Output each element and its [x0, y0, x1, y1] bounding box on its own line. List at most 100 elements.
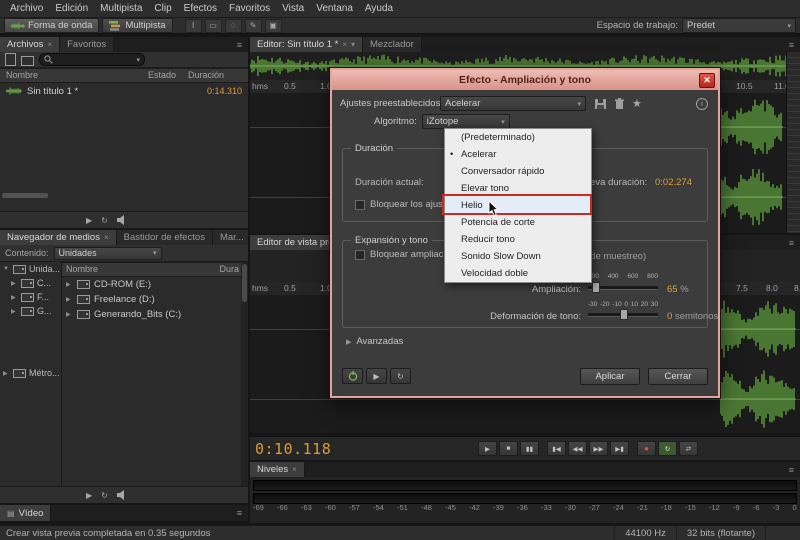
tree-item-metronomo[interactable]: ▶ Métro... — [0, 366, 60, 380]
column-estado[interactable]: Estado — [148, 70, 176, 80]
open-folder-icon[interactable] — [21, 56, 34, 66]
column-nombre[interactable]: Nombre — [6, 70, 38, 80]
panel-menu-icon[interactable]: ≡ — [783, 235, 800, 250]
go-to-previous-button[interactable]: ▮◀ — [547, 441, 566, 456]
search-input[interactable]: ▾ — [39, 53, 145, 66]
ampliacion-value[interactable]: 65 — [667, 284, 678, 295]
tree-item-drive[interactable]: ▶ G... — [0, 304, 60, 318]
spot-heal-tool-icon[interactable]: ▣ — [264, 18, 282, 33]
preset-option[interactable]: (Predeterminado) — [445, 129, 591, 146]
menu-item[interactable]: Archivo — [4, 1, 49, 16]
tab-video[interactable]: ▤ Vídeo — [0, 505, 52, 521]
horizontal-scrollbar[interactable] — [2, 193, 48, 198]
menu-item[interactable]: Ayuda — [359, 1, 399, 16]
brush-tool-icon[interactable]: ✎ — [244, 18, 262, 33]
avanzadas-toggle[interactable]: ▶ Avanzadas — [346, 336, 403, 347]
new-file-icon[interactable] — [5, 53, 16, 66]
tree-collapsed-icon[interactable]: ▶ — [11, 294, 18, 301]
go-to-next-button[interactable]: ▶▮ — [610, 441, 629, 456]
slider-thumb[interactable] — [620, 309, 628, 320]
vertical-scrollbar[interactable] — [241, 262, 248, 486]
tree-collapsed-icon[interactable]: ▶ — [3, 370, 10, 377]
preset-option[interactable]: Conversador rápido — [445, 163, 591, 180]
contenido-dropdown[interactable]: Unidades ▾ — [53, 246, 162, 260]
scrollbar-thumb[interactable] — [242, 264, 247, 302]
panel-menu-icon[interactable]: ≡ — [783, 462, 800, 477]
slider-thumb[interactable] — [592, 282, 600, 293]
workspace-dropdown[interactable]: Predet ▾ — [682, 18, 796, 33]
close-button[interactable]: Cerrar — [648, 368, 708, 385]
chevron-down-icon[interactable]: ▾ — [351, 40, 355, 49]
skip-selection-button[interactable]: ⇄ — [679, 441, 698, 456]
menu-item[interactable]: Multipista — [94, 1, 148, 16]
panel-menu-icon[interactable]: ≡ — [231, 505, 248, 521]
tree-collapsed-icon[interactable]: ▶ — [66, 311, 73, 318]
drive-list-header[interactable]: Nombre Dura — [62, 262, 241, 277]
file-list-item[interactable]: Sin título 1 * 0:14.310 — [0, 84, 248, 98]
menu-item[interactable]: Edición — [49, 1, 94, 16]
menu-item[interactable]: Vista — [276, 1, 310, 16]
menu-item[interactable]: Efectos — [178, 1, 223, 16]
stop-button[interactable]: ■ — [499, 441, 518, 456]
preview-play-icon[interactable]: ▶ — [86, 216, 92, 225]
favorite-star-icon[interactable]: ★ — [632, 97, 642, 110]
multitrack-view-button[interactable]: Multipista — [102, 18, 173, 33]
vertical-zoom-strip[interactable] — [786, 52, 800, 233]
tab-navegador-de-medios[interactable]: Navegador de medios × — [0, 230, 117, 245]
tree-collapsed-icon[interactable]: ▶ — [66, 296, 73, 303]
rewind-button[interactable]: ◀◀ — [568, 441, 587, 456]
tab-bastidor-de-efectos[interactable]: Bastidor de efectos — [116, 230, 213, 245]
pause-button[interactable]: ▮▮ — [520, 441, 539, 456]
record-button[interactable]: ● — [637, 441, 656, 456]
tree-item-drive[interactable]: ▶ F... — [0, 290, 60, 304]
waveform-view-button[interactable]: Forma de onda — [4, 18, 100, 33]
preset-option-selected[interactable]: Acelerar — [445, 146, 591, 163]
dialog-close-button[interactable]: ✕ — [699, 73, 715, 88]
dialog-titlebar[interactable]: Efecto - Ampliación y tono ✕ — [332, 70, 718, 90]
ampliacion-slider[interactable] — [588, 282, 658, 293]
speaker-icon[interactable] — [116, 490, 127, 500]
marquee-tool-icon[interactable]: ▭ — [204, 18, 222, 33]
algorithm-dropdown[interactable]: iZotope ▾ — [421, 114, 510, 129]
preset-option[interactable]: Sonido Slow Down — [445, 248, 591, 265]
close-icon[interactable]: × — [292, 465, 297, 474]
presets-dropdown[interactable]: Acelerar ▾ — [440, 96, 586, 111]
preset-option[interactable]: Potencia de corte — [445, 214, 591, 231]
chevron-down-icon[interactable]: ▾ — [136, 56, 140, 64]
tab-editor[interactable]: Editor: Sin título 1 * × ▾ — [250, 37, 364, 52]
info-icon[interactable]: i — [696, 98, 708, 110]
loop-icon[interactable]: ↻ — [101, 216, 108, 225]
play-button[interactable]: ▶ — [478, 441, 497, 456]
panel-menu-icon[interactable]: ≡ — [231, 37, 248, 52]
save-preset-icon[interactable] — [594, 98, 607, 110]
menu-item[interactable]: Clip — [148, 1, 177, 16]
tree-item-unidades[interactable]: ▼ Unida... — [0, 262, 60, 276]
fast-forward-button[interactable]: ▶▶ — [589, 441, 608, 456]
delete-preset-icon[interactable] — [614, 97, 625, 110]
tab-favoritos[interactable]: Favoritos — [60, 37, 115, 52]
tab-niveles[interactable]: Niveles × — [250, 462, 305, 477]
time-display[interactable]: 0:10.118 — [255, 440, 331, 458]
tree-collapsed-icon[interactable]: ▶ — [66, 281, 73, 288]
loop-icon[interactable]: ↻ — [101, 491, 108, 500]
column-duracion[interactable]: Dura — [219, 264, 239, 274]
preview-play-button[interactable]: ▶ — [366, 368, 387, 384]
column-nombre[interactable]: Nombre — [66, 264, 98, 274]
lock-stretch-checkbox[interactable] — [355, 249, 365, 260]
tono-slider[interactable] — [588, 309, 658, 320]
panel-menu-icon[interactable]: ≡ — [783, 37, 800, 52]
time-selection-tool-icon[interactable]: I — [184, 18, 202, 33]
menu-item[interactable]: Favoritos — [223, 1, 276, 16]
close-icon[interactable]: × — [47, 40, 52, 49]
drive-list-item[interactable]: ▶ CD-ROM (E:) — [62, 277, 241, 292]
files-column-header[interactable]: Nombre Estado Duración — [0, 68, 248, 83]
menu-item[interactable]: Ventana — [310, 1, 359, 16]
preview-play-icon[interactable]: ▶ — [86, 491, 92, 500]
toggle-preview-power-button[interactable] — [342, 368, 363, 384]
tree-expanded-icon[interactable]: ▼ — [3, 266, 10, 272]
column-duracion[interactable]: Duración — [188, 70, 224, 80]
tab-marcadores[interactable]: Mar... — [212, 230, 248, 245]
preset-option[interactable]: Reducir tono — [445, 231, 591, 248]
lasso-tool-icon[interactable]: ◌ — [224, 18, 242, 33]
close-icon[interactable]: × — [342, 40, 347, 49]
